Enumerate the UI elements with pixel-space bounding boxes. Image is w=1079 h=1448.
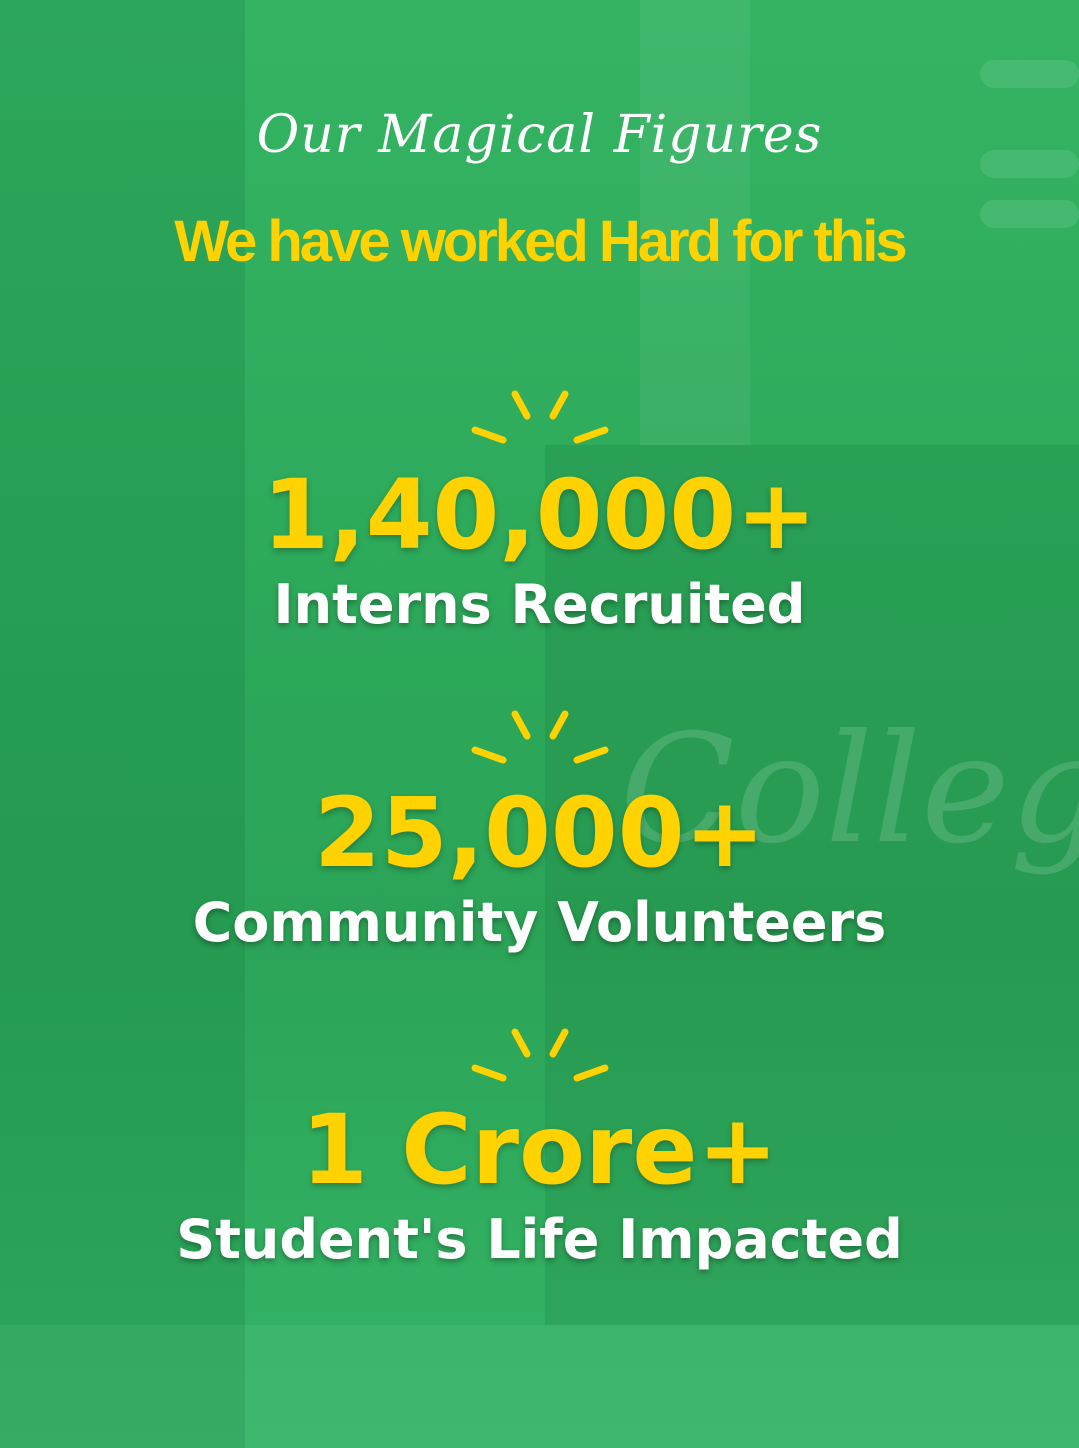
sparkle-icon	[471, 390, 609, 444]
section-script-title: Our Magical Figures	[256, 105, 823, 165]
stat-value: 1 Crore+	[301, 1094, 778, 1206]
stat-label: Interns Recruited	[273, 573, 806, 636]
stat-label: Student's Life Impacted	[176, 1208, 903, 1271]
figures-section: Our Magical Figures We have worked Hard …	[0, 0, 1079, 1448]
section-subtitle: We have worked Hard for this	[174, 209, 907, 274]
stat-volunteers: 25,000+ Community Volunteers	[0, 778, 1079, 958]
stat-value: 1,40,000+	[262, 459, 817, 571]
sparkle-icon	[471, 1028, 609, 1082]
stat-interns: 1,40,000+ Interns Recruited	[0, 460, 1079, 640]
sparkle-icon	[471, 710, 609, 764]
stat-label: Community Volunteers	[192, 891, 887, 954]
stat-students: 1 Crore+ Student's Life Impacted	[0, 1095, 1079, 1275]
stat-value: 25,000+	[314, 777, 765, 889]
